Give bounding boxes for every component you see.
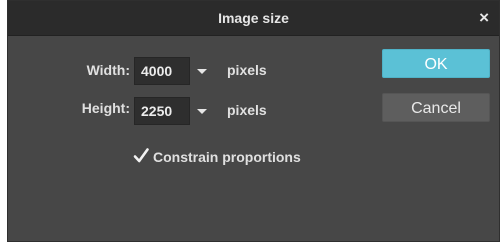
width-label: Width: bbox=[86, 62, 130, 78]
chevron-down-icon[interactable] bbox=[195, 64, 209, 78]
cancel-button[interactable]: Cancel bbox=[382, 93, 490, 122]
ok-button[interactable]: OK bbox=[382, 49, 490, 78]
height-unit: pixels bbox=[227, 102, 267, 118]
height-label: Height: bbox=[81, 100, 130, 116]
width-unit: pixels bbox=[227, 62, 267, 78]
dialog-title: Image size bbox=[218, 10, 289, 26]
close-icon[interactable]: × bbox=[479, 8, 489, 28]
width-input[interactable] bbox=[134, 57, 190, 85]
image-size-dialog: Image size × Width: pixels Height: pixel… bbox=[7, 0, 500, 242]
chevron-down-icon[interactable] bbox=[195, 104, 209, 118]
checkmark-icon[interactable] bbox=[132, 147, 150, 165]
dialog-titlebar[interactable]: Image size × bbox=[8, 1, 499, 36]
constrain-proportions-label: Constrain proportions bbox=[153, 149, 301, 165]
height-input[interactable] bbox=[134, 97, 190, 125]
